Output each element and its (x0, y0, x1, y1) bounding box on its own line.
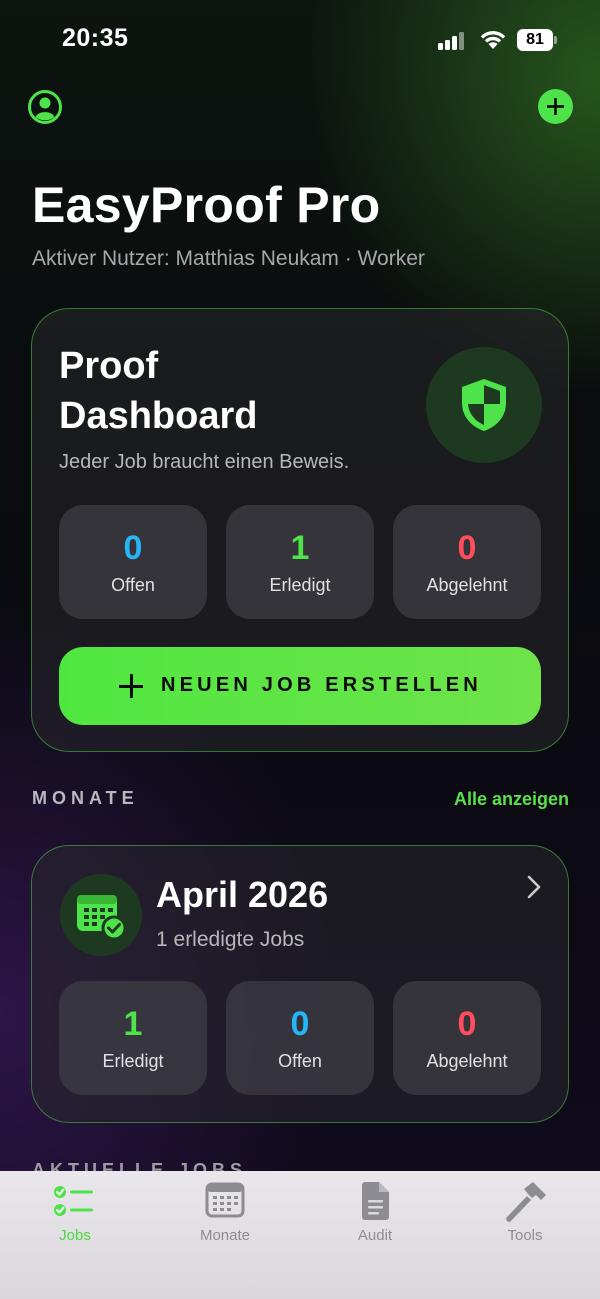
stat-label: Abgelehnt (426, 575, 508, 595)
stat-value: 0 (123, 529, 143, 567)
months-heading: MONATE (32, 788, 139, 808)
dashboard-title: Proof Dashboard (59, 345, 258, 437)
battery-level: 81 (517, 29, 553, 51)
tab-label: Tools (507, 1227, 543, 1244)
shield-icon (462, 379, 506, 431)
stat-label: Erledigt (269, 575, 331, 595)
month-stat-open: 0 Offen (226, 981, 374, 1095)
month-stat-done: 1 Erledigt (59, 981, 207, 1095)
stat-label: Abgelehnt (426, 1051, 508, 1071)
app-title: EasyProof Pro (32, 177, 381, 233)
tab-label: Jobs (59, 1227, 91, 1244)
stat-value: 1 (123, 1005, 143, 1043)
calendar-badge (60, 874, 142, 956)
active-user-label: Aktiver Nutzer: Matthias Neukam · Worker (32, 247, 425, 270)
profile-icon[interactable] (27, 89, 63, 125)
stat-value: 0 (457, 529, 477, 567)
new-job-label: NEUEN JOB ERSTELLEN (161, 674, 482, 696)
new-job-button[interactable]: NEUEN JOB ERSTELLEN (59, 647, 541, 725)
tab-jobs[interactable]: Jobs (0, 1171, 150, 1251)
tab-monate[interactable]: Monate (150, 1171, 300, 1251)
plus-icon (547, 98, 564, 115)
hammer-icon (506, 1182, 546, 1222)
month-subtitle: 1 erledigte Jobs (156, 928, 305, 951)
stat-value: 0 (457, 1005, 477, 1043)
stat-rejected[interactable]: 0 Abgelehnt (393, 505, 541, 619)
tab-label: Audit (357, 1227, 393, 1244)
stat-value: 1 (290, 529, 310, 567)
dashboard-card: Proof Dashboard Jeder Job braucht einen … (31, 308, 569, 752)
plus-icon (119, 674, 143, 698)
status-bar: 20:35 81 (0, 0, 600, 80)
calendar-icon (205, 1182, 245, 1218)
month-stat-rejected: 0 Abgelehnt (393, 981, 541, 1095)
add-button[interactable] (538, 89, 573, 124)
wifi-icon (480, 31, 506, 49)
tab-tools[interactable]: Tools (450, 1171, 600, 1251)
stat-value: 0 (290, 1005, 310, 1043)
checklist-icon (54, 1186, 93, 1216)
cellular-signal-icon (438, 32, 466, 50)
tab-audit[interactable]: Audit (300, 1171, 450, 1251)
calendar-check-icon (77, 895, 127, 941)
battery-icon: 81 (517, 29, 557, 51)
shield-badge (426, 347, 542, 463)
home-indicator (230, 1283, 370, 1288)
chevron-right-icon (527, 875, 541, 899)
month-card[interactable]: April 2026 1 erledigte Jobs 1 Erledigt 0… (31, 845, 569, 1123)
document-icon (362, 1182, 389, 1220)
show-all-link[interactable]: Alle anzeigen (454, 789, 569, 810)
tab-bar: Jobs Monate Audit Tools (0, 1171, 600, 1299)
tab-label: Monate (199, 1227, 251, 1244)
dashboard-subtitle: Jeder Job braucht einen Beweis. (59, 451, 350, 473)
stat-label: Offen (111, 575, 155, 595)
month-title: April 2026 (156, 874, 329, 915)
stat-open[interactable]: 0 Offen (59, 505, 207, 619)
stat-done[interactable]: 1 Erledigt (226, 505, 374, 619)
stat-label: Erledigt (102, 1051, 164, 1071)
stat-label: Offen (278, 1051, 322, 1071)
status-time: 20:35 (62, 24, 129, 52)
